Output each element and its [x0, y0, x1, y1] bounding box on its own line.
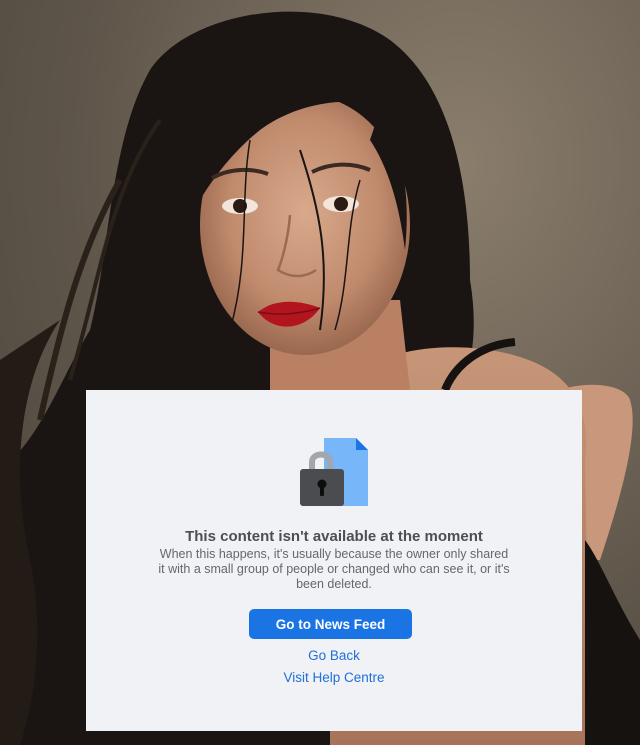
- locked-document-icon-wrapper: [86, 436, 582, 508]
- go-back-link[interactable]: Go Back: [86, 648, 582, 663]
- notice-message: When this happens, it's usually because …: [158, 547, 510, 591]
- locked-document-icon: [300, 438, 368, 506]
- content-unavailable-card: This content isn't available at the mome…: [86, 390, 582, 731]
- go-to-news-feed-button[interactable]: Go to News Feed: [249, 609, 412, 639]
- visit-help-centre-link[interactable]: Visit Help Centre: [86, 670, 582, 685]
- screen: This content isn't available at the mome…: [0, 0, 640, 745]
- notice-title: This content isn't available at the mome…: [185, 528, 483, 545]
